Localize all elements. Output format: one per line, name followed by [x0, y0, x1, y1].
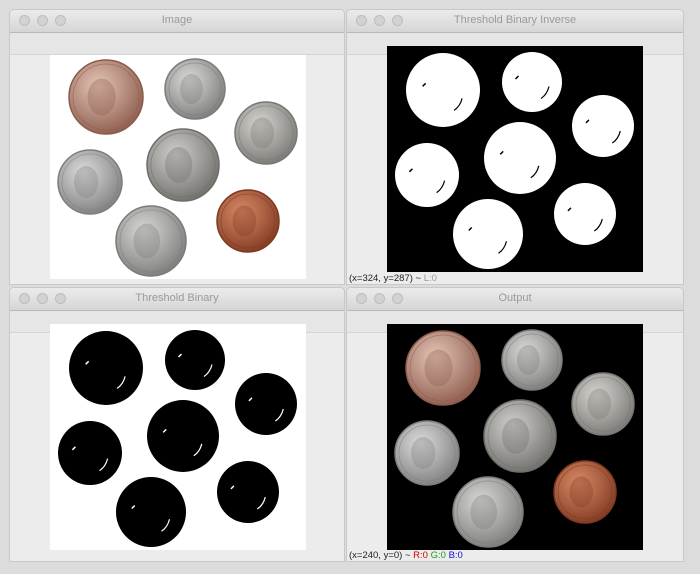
status-blue: B:0	[448, 550, 463, 561]
coin-blob-dollar	[69, 331, 143, 405]
window-title: Output	[498, 292, 532, 304]
close-light-icon[interactable]	[19, 293, 30, 304]
titlebar-image[interactable]: Image	[10, 10, 344, 33]
coin-blob-dime	[395, 143, 459, 207]
coin-blob-nickel	[453, 199, 523, 269]
close-light-icon[interactable]	[356, 293, 367, 304]
status-bar: (x=240, y=0) ~ R:0 G:0 B:0	[349, 550, 463, 561]
window-threshold-binary: Threshold Binary	[9, 287, 345, 562]
status-coords: (x=324, y=287) ~	[349, 273, 422, 284]
output-view[interactable]	[387, 324, 643, 550]
coin-blob-half	[484, 122, 556, 194]
coin-blob-penny	[217, 461, 279, 523]
image-view[interactable]	[50, 55, 306, 279]
coins-image	[50, 55, 306, 279]
status-bar: (x=324, y=287) ~ L:0	[349, 273, 437, 284]
masked-output-image	[387, 324, 643, 550]
window-title: Threshold Binary Inverse	[453, 14, 577, 26]
zoom-light-icon[interactable]	[392, 15, 403, 26]
toolbar	[10, 33, 344, 55]
titlebar-inverse[interactable]: Threshold Binary Inverse	[347, 10, 683, 33]
minimize-light-icon[interactable]	[374, 293, 385, 304]
inverse-view[interactable]	[387, 46, 643, 272]
titlebar-output[interactable]: Output	[347, 288, 683, 311]
threshold-binary-image	[50, 324, 306, 550]
coin-blob-dollar	[406, 53, 480, 127]
coin-blob-penny	[554, 183, 616, 245]
coin-blob-nickel	[116, 477, 186, 547]
zoom-light-icon[interactable]	[392, 293, 403, 304]
minimize-light-icon[interactable]	[374, 15, 385, 26]
coin-blob-quarter-a	[165, 330, 225, 390]
close-light-icon[interactable]	[19, 15, 30, 26]
coin-blob-quarter-b	[235, 373, 297, 435]
status-green: G:0	[430, 550, 446, 561]
status-red: R:0	[413, 550, 428, 561]
coin-blob-dime	[58, 421, 122, 485]
status-value: L:0	[423, 273, 437, 284]
close-light-icon[interactable]	[356, 15, 367, 26]
window-title: Threshold Binary	[135, 292, 219, 304]
coin-blob-quarter-a	[502, 52, 562, 112]
zoom-light-icon[interactable]	[55, 293, 66, 304]
window-threshold-binary-inverse: Threshold Binary Inverse (x=324, y=287) …	[346, 9, 684, 285]
minimize-light-icon[interactable]	[37, 293, 48, 304]
window-output: Output (x=240, y=0) ~ R:0 G:0 B:0	[346, 287, 684, 562]
binary-view[interactable]	[50, 324, 306, 550]
status-coords: (x=240, y=0) ~	[349, 550, 411, 561]
minimize-light-icon[interactable]	[37, 15, 48, 26]
window-title: Image	[161, 14, 193, 26]
window-image: Image	[9, 9, 345, 285]
threshold-inverse-image	[387, 46, 643, 272]
coin-blob-half	[147, 400, 219, 472]
titlebar-binary[interactable]: Threshold Binary	[10, 288, 344, 311]
coin-blob-quarter-b	[572, 95, 634, 157]
zoom-light-icon[interactable]	[55, 15, 66, 26]
